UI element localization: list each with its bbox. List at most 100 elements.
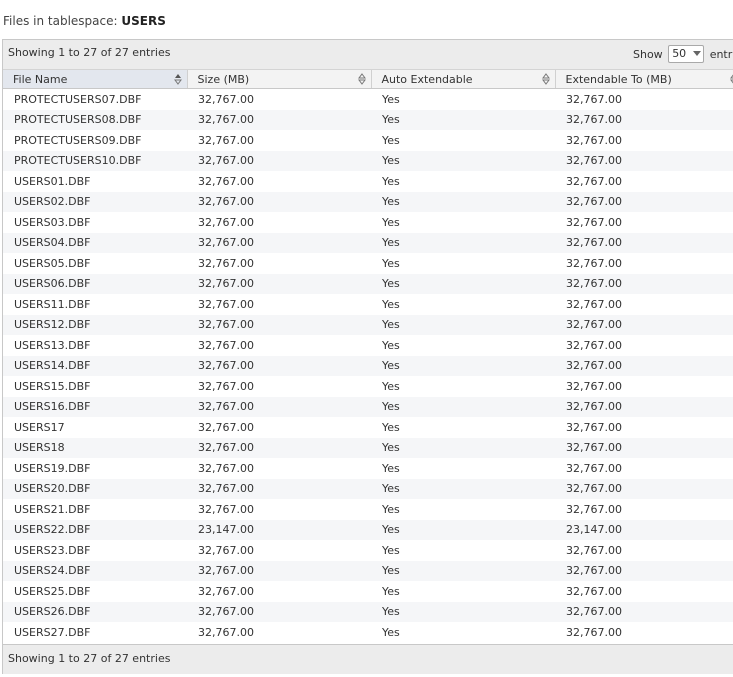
files-table-panel: Showing 1 to 27 of 27 entries Show 50 en… xyxy=(2,39,733,674)
cell-extendable-to: 32,767.00 xyxy=(555,458,733,479)
entries-label: entries xyxy=(709,48,733,61)
cell-size: 32,767.00 xyxy=(187,540,371,561)
cell-size: 32,767.00 xyxy=(187,294,371,315)
cell-file-name: USERS25.DBF xyxy=(3,581,187,602)
table-row: USERS19.DBF 32,767.00 Yes 32,767.00 xyxy=(3,458,733,479)
cell-file-name: USERS16.DBF xyxy=(3,396,187,417)
cell-auto-extendable: Yes xyxy=(371,335,555,356)
cell-auto-extendable: Yes xyxy=(371,88,555,110)
table-row: PROTECTUSERS10.DBF 32,767.00 Yes 32,767.00 xyxy=(3,150,733,171)
cell-auto-extendable: Yes xyxy=(371,294,555,315)
cell-auto-extendable: Yes xyxy=(371,171,555,192)
cell-size: 32,767.00 xyxy=(187,478,371,499)
cell-size: 32,767.00 xyxy=(187,191,371,212)
table-body: PROTECTUSERS07.DBF 32,767.00 Yes 32,767.00 P… xyxy=(3,88,733,643)
column-header-size[interactable]: Size (MB) xyxy=(187,70,372,89)
cell-size: 32,767.00 xyxy=(187,560,371,581)
cell-size: 32,767.00 xyxy=(187,355,371,376)
cell-size: 32,767.00 xyxy=(187,396,371,417)
cell-extendable-to: 32,767.00 xyxy=(555,622,733,643)
table-row: USERS18 32,767.00 Yes 32,767.00 xyxy=(3,437,733,458)
table-row: USERS13.DBF 32,767.00 Yes 32,767.00 xyxy=(3,335,733,356)
cell-file-name: USERS03.DBF xyxy=(3,212,187,233)
cell-extendable-to: 32,767.00 xyxy=(555,232,733,253)
chevron-down-icon xyxy=(693,51,702,56)
cell-size: 32,767.00 xyxy=(187,499,371,520)
cell-size: 32,767.00 xyxy=(187,109,371,130)
cell-extendable-to: 32,767.00 xyxy=(555,478,733,499)
cell-auto-extendable: Yes xyxy=(371,478,555,499)
cell-size: 32,767.00 xyxy=(187,150,371,171)
cell-file-name: USERS22.DBF xyxy=(3,519,187,540)
cell-size: 23,147.00 xyxy=(187,519,371,540)
table-row: USERS06.DBF 32,767.00 Yes 32,767.00 xyxy=(3,273,733,294)
cell-extendable-to: 32,767.00 xyxy=(555,130,733,151)
table-row: PROTECTUSERS08.DBF 32,767.00 Yes 32,767.00 xyxy=(3,109,733,130)
page-size-select[interactable]: 50 xyxy=(668,45,705,63)
table-row: USERS27.DBF 32,767.00 Yes 32,767.00 xyxy=(3,622,733,643)
cell-extendable-to: 32,767.00 xyxy=(555,581,733,602)
cell-file-name: PROTECTUSERS10.DBF xyxy=(3,150,187,171)
cell-file-name: USERS23.DBF xyxy=(3,540,187,561)
cell-auto-extendable: Yes xyxy=(371,232,555,253)
cell-size: 32,767.00 xyxy=(187,253,371,274)
cell-file-name: USERS27.DBF xyxy=(3,622,187,643)
cell-extendable-to: 32,767.00 xyxy=(555,396,733,417)
table-row: USERS04.DBF 32,767.00 Yes 32,767.00 xyxy=(3,232,733,253)
column-label: Extendable To (MB) xyxy=(565,72,672,86)
cell-size: 32,767.00 xyxy=(187,212,371,233)
table-row: USERS14.DBF 32,767.00 Yes 32,767.00 xyxy=(3,355,733,376)
entries-info-top: Showing 1 to 27 of 27 entries xyxy=(8,46,171,59)
table-row: PROTECTUSERS09.DBF 32,767.00 Yes 32,767.00 xyxy=(3,130,733,151)
cell-extendable-to: 32,767.00 xyxy=(555,540,733,561)
cell-size: 32,767.00 xyxy=(187,458,371,479)
sort-icon xyxy=(173,74,182,85)
cell-size: 32,767.00 xyxy=(187,232,371,253)
table-row: USERS24.DBF 32,767.00 Yes 32,767.00 xyxy=(3,560,733,581)
cell-extendable-to: 32,767.00 xyxy=(555,417,733,438)
cell-auto-extendable: Yes xyxy=(371,376,555,397)
cell-auto-extendable: Yes xyxy=(371,601,555,622)
cell-size: 32,767.00 xyxy=(187,622,371,643)
cell-extendable-to: 32,767.00 xyxy=(555,294,733,315)
column-header-file-name[interactable]: File Name xyxy=(3,70,188,89)
page-size-value: 50 xyxy=(672,47,687,60)
cell-size: 32,767.00 xyxy=(187,171,371,192)
cell-size: 32,767.00 xyxy=(187,88,371,110)
cell-extendable-to: 32,767.00 xyxy=(555,273,733,294)
cell-file-name: PROTECTUSERS08.DBF xyxy=(3,109,187,130)
cell-file-name: USERS18 xyxy=(3,437,187,458)
table-row: USERS26.DBF 32,767.00 Yes 32,767.00 xyxy=(3,601,733,622)
table-footer: Showing 1 to 27 of 27 entries xyxy=(3,644,733,674)
sort-icon xyxy=(729,73,733,85)
cell-auto-extendable: Yes xyxy=(371,560,555,581)
column-label: Size (MB) xyxy=(197,72,250,86)
column-label: Auto Extendable xyxy=(381,72,473,86)
cell-size: 32,767.00 xyxy=(187,581,371,602)
files-table: File Name Size (MB) Auto Extendable Exte… xyxy=(3,70,733,643)
cell-size: 32,767.00 xyxy=(187,314,371,335)
cell-extendable-to: 32,767.00 xyxy=(555,437,733,458)
table-toolbar: Showing 1 to 27 of 27 entries Show 50 en… xyxy=(3,40,733,70)
table-row: USERS11.DBF 32,767.00 Yes 32,767.00 xyxy=(3,294,733,315)
cell-auto-extendable: Yes xyxy=(371,130,555,151)
sort-icon xyxy=(357,73,366,85)
cell-file-name: USERS24.DBF xyxy=(3,560,187,581)
cell-extendable-to: 32,767.00 xyxy=(555,560,733,581)
cell-file-name: USERS02.DBF xyxy=(3,191,187,212)
cell-file-name: USERS20.DBF xyxy=(3,478,187,499)
column-header-auto-extendable[interactable]: Auto Extendable xyxy=(371,70,556,89)
cell-auto-extendable: Yes xyxy=(371,437,555,458)
cell-auto-extendable: Yes xyxy=(371,253,555,274)
column-header-extendable-to[interactable]: Extendable To (MB) xyxy=(555,70,733,89)
title-prefix: Files in tablespace: xyxy=(3,14,118,28)
cell-size: 32,767.00 xyxy=(187,273,371,294)
table-row: USERS05.DBF 32,767.00 Yes 32,767.00 xyxy=(3,253,733,274)
cell-size: 32,767.00 xyxy=(187,417,371,438)
cell-file-name: USERS12.DBF xyxy=(3,314,187,335)
table-row: USERS20.DBF 32,767.00 Yes 32,767.00 xyxy=(3,478,733,499)
cell-extendable-to: 32,767.00 xyxy=(555,314,733,335)
cell-auto-extendable: Yes xyxy=(371,109,555,130)
cell-auto-extendable: Yes xyxy=(371,314,555,335)
table-row: USERS15.DBF 32,767.00 Yes 32,767.00 xyxy=(3,376,733,397)
